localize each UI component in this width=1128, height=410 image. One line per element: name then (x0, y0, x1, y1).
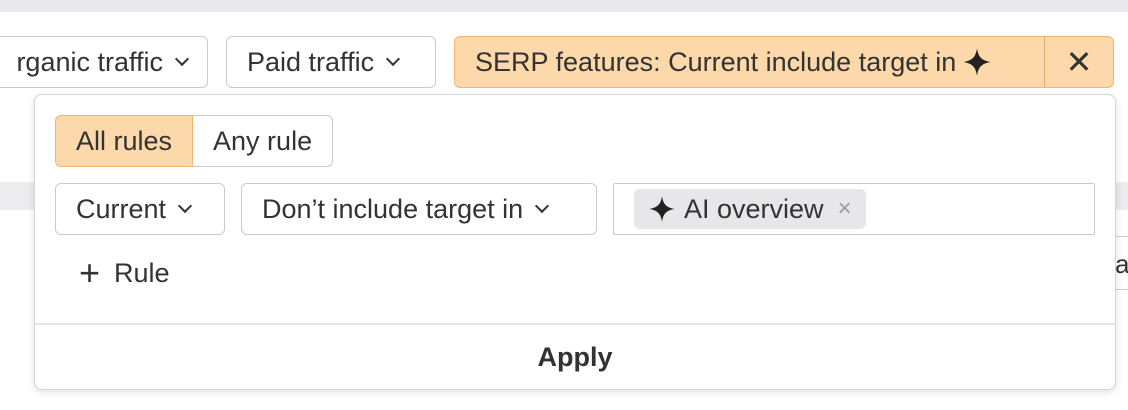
any-rule-label: Any rule (213, 125, 313, 156)
chevron-down-icon (174, 51, 190, 67)
match-mode-toggle: All rules Any rule (55, 115, 334, 167)
serp-features-filter[interactable]: SERP features: Current include target in… (454, 36, 1114, 88)
chevron-down-icon (386, 51, 401, 67)
apply-button[interactable]: Apply (35, 325, 1115, 389)
organic-traffic-label: rganic traffic (16, 46, 163, 77)
rule-value-input[interactable]: AI overview × (613, 183, 1095, 235)
any-rule-tab[interactable]: Any rule (193, 115, 334, 167)
serp-features-toggle[interactable]: SERP features: Current include target in (455, 47, 1044, 78)
paid-traffic-label: Paid traffic (247, 46, 375, 77)
rule-condition-value: Don’t include target in (262, 193, 524, 224)
tag-label: AI overview (684, 193, 824, 224)
serp-features-clear-button[interactable]: ✕ (1044, 37, 1113, 87)
chevron-down-icon (177, 198, 193, 214)
top-strip (0, 0, 1128, 12)
apply-label: Apply (537, 341, 613, 372)
sparkle-icon (962, 47, 992, 77)
all-rules-tab[interactable]: All rules (55, 115, 194, 167)
chevron-down-icon (535, 198, 550, 214)
serp-filter-popover: All rules Any rule Current Don’t include… (34, 94, 1116, 390)
background-control-text: a (1115, 249, 1128, 279)
selected-tag: AI overview × (634, 189, 866, 229)
rule-condition-select[interactable]: Don’t include target in (241, 183, 597, 235)
plus-icon: + (79, 252, 101, 293)
tag-remove-icon[interactable]: × (838, 195, 852, 223)
all-rules-label: All rules (76, 125, 173, 156)
add-rule-button[interactable]: + Rule (79, 255, 170, 291)
sparkle-icon (648, 195, 676, 223)
close-icon: ✕ (1065, 44, 1093, 80)
organic-traffic-filter[interactable]: rganic traffic (0, 36, 208, 88)
serp-features-label: SERP features: Current include target in (475, 46, 957, 77)
paid-traffic-filter[interactable]: Paid traffic (226, 36, 436, 88)
rule-field-value: Current (76, 193, 167, 224)
rule-field-select[interactable]: Current (55, 183, 225, 235)
add-rule-label: Rule (114, 257, 170, 288)
